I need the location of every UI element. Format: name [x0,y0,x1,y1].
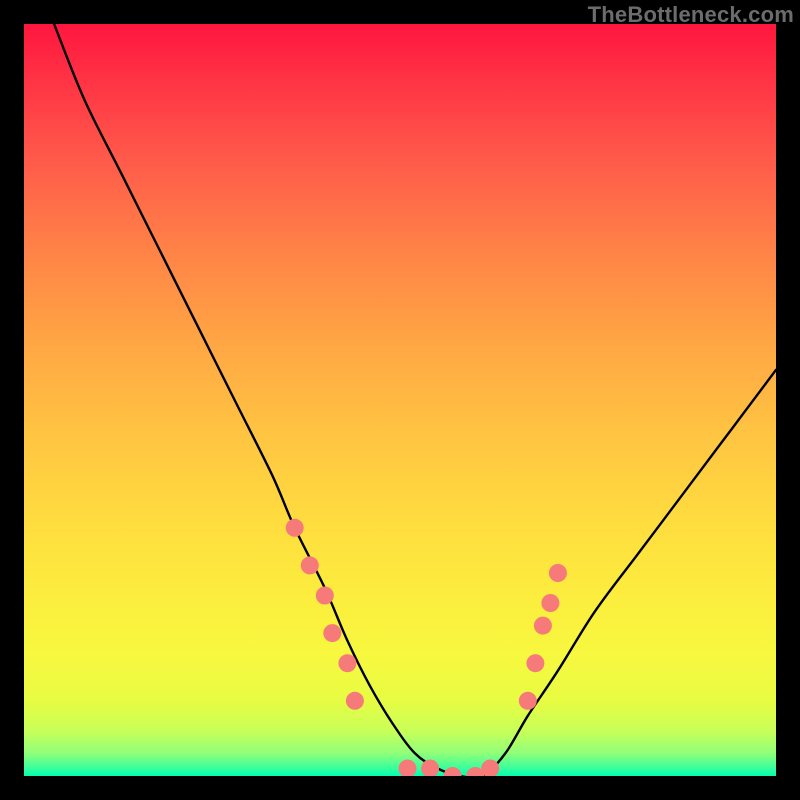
highlight-dot [286,519,304,537]
marker-layer [286,519,567,776]
bottleneck-curve [54,24,776,776]
chart-svg [24,24,776,776]
highlight-dot [399,760,417,777]
highlight-dot [316,587,334,605]
highlight-dot [481,760,499,777]
highlight-dot [519,692,537,710]
highlight-dot [346,692,364,710]
highlight-dot [301,556,319,574]
highlight-dot [549,564,567,582]
highlight-dot [534,617,552,635]
highlight-dot [421,760,439,777]
highlight-dot [338,654,356,672]
highlight-dot [526,654,544,672]
highlight-dot [541,594,559,612]
chart-frame: TheBottleneck.com [0,0,800,800]
highlight-dot [323,624,341,642]
curve-layer [54,24,776,776]
highlight-dot [444,767,462,776]
plot-area [24,24,776,776]
